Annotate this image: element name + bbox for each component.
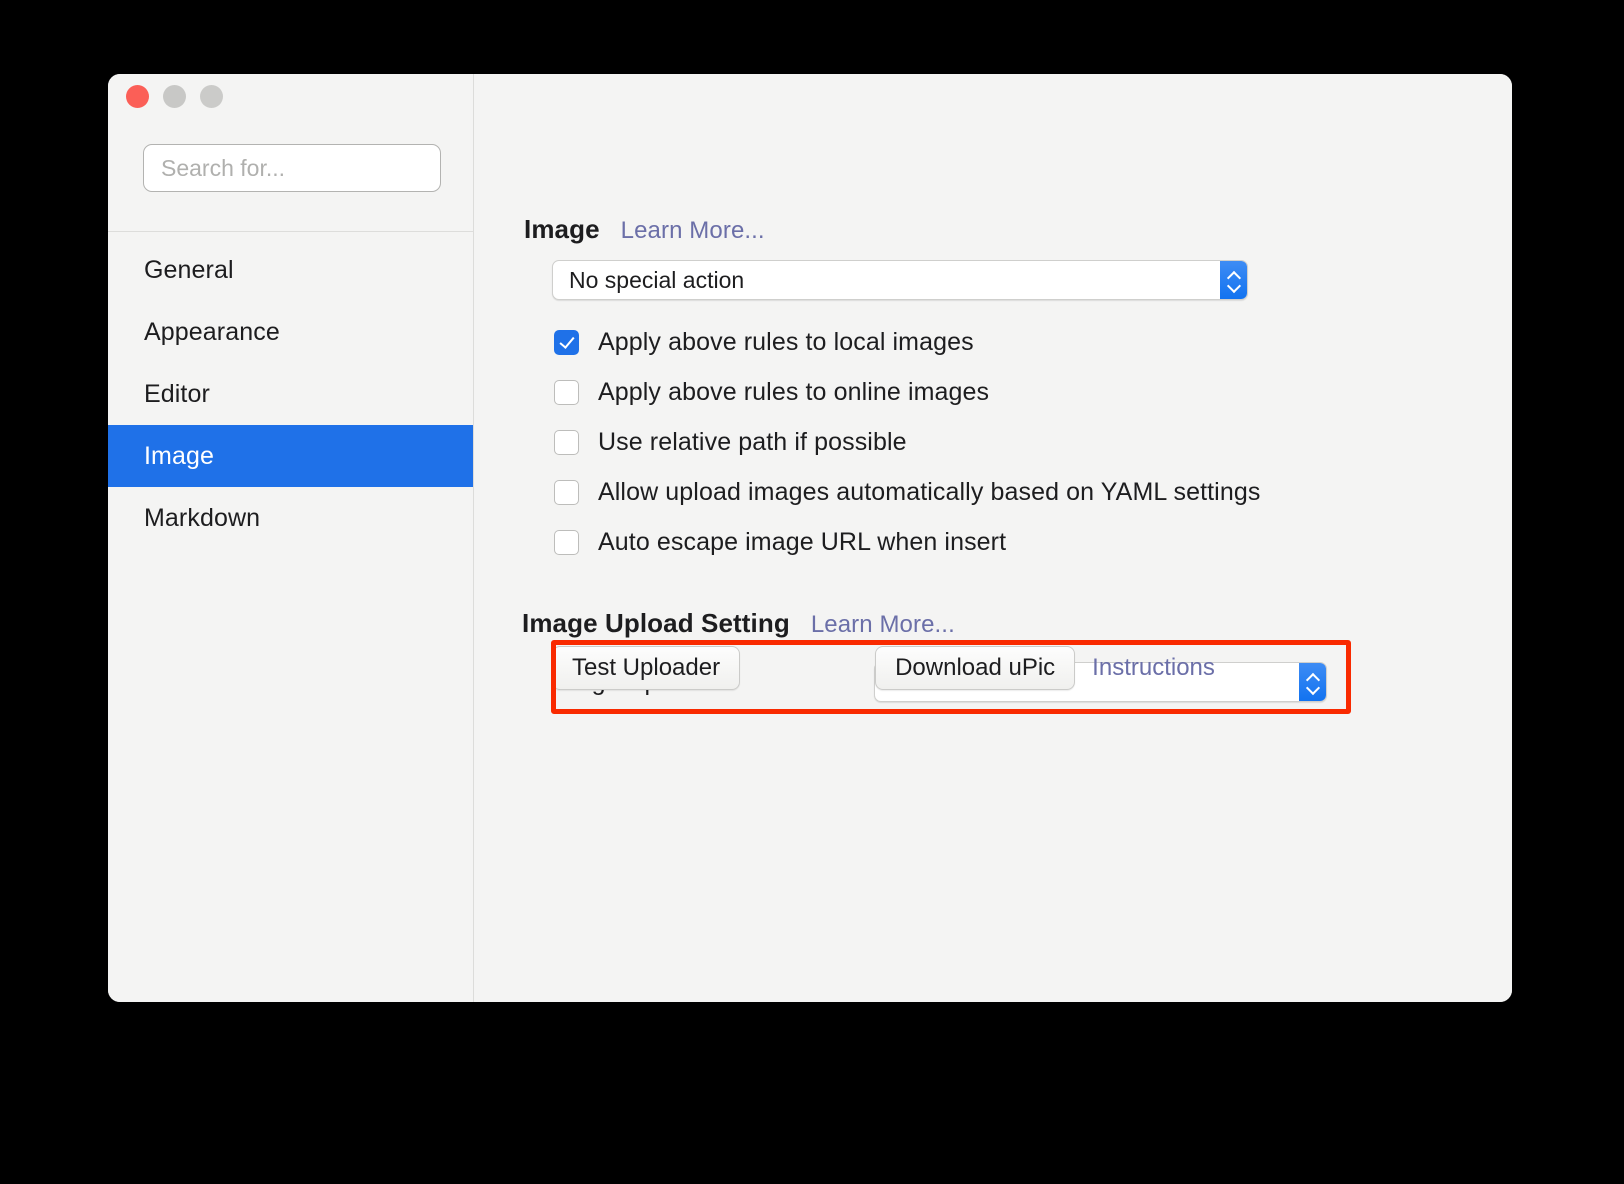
checkbox-local-images[interactable]: [554, 329, 579, 355]
download-upic-button[interactable]: Download uPic: [875, 646, 1076, 690]
upload-learn-more-link[interactable]: Learn More...: [811, 611, 955, 639]
stepper-icon[interactable]: [1299, 663, 1326, 701]
sidebar-divider: [108, 231, 473, 232]
sidebar-item-appearance[interactable]: Appearance: [108, 301, 473, 363]
sidebar-item-label: General: [144, 255, 234, 284]
test-uploader-button-label: Test Uploader: [572, 654, 721, 681]
checkbox-label: Use relative path if possible: [598, 427, 907, 456]
checkbox-label: Apply above rules to online images: [598, 377, 990, 406]
sidebar-item-markdown[interactable]: Markdown: [108, 487, 473, 549]
sidebar-item-editor[interactable]: Editor: [108, 363, 473, 425]
checkbox-row-online-images[interactable]: Apply above rules to online images: [554, 367, 1260, 417]
instructions-link[interactable]: Instructions: [1092, 654, 1215, 682]
sidebar-nav-list: General Appearance Editor Image Markdown: [108, 239, 473, 549]
stepper-icon[interactable]: [1220, 261, 1247, 299]
sidebar-item-label: Image: [144, 441, 214, 470]
sidebar: General Appearance Editor Image Markdown: [108, 74, 474, 1002]
close-window-icon[interactable]: [126, 85, 149, 108]
minimize-window-icon[interactable]: [163, 85, 186, 108]
upload-section-title: Image Upload Setting: [522, 608, 790, 638]
checkbox-relative-path[interactable]: [554, 429, 579, 455]
uploader-action-row: Test Uploader Download uPic Instructions: [552, 646, 1215, 690]
checkbox-online-images[interactable]: [554, 379, 579, 405]
image-learn-more-link[interactable]: Learn More...: [621, 217, 765, 245]
checkbox-label: Auto escape image URL when insert: [598, 527, 1007, 556]
checkbox-row-auto-escape[interactable]: Auto escape image URL when insert: [554, 517, 1260, 567]
sidebar-item-label: Editor: [144, 379, 210, 408]
checkbox-auto-escape[interactable]: [554, 529, 579, 555]
search-input[interactable]: [143, 144, 441, 192]
checkbox-label: Apply above rules to local images: [598, 327, 974, 356]
checkbox-row-yaml-upload[interactable]: Allow upload images automatically based …: [554, 467, 1260, 517]
checkbox-row-relative-path[interactable]: Use relative path if possible: [554, 417, 1260, 467]
sidebar-item-general[interactable]: General: [108, 239, 473, 301]
image-action-select[interactable]: No special action: [552, 260, 1248, 300]
chevron-down-icon: [1228, 282, 1240, 289]
image-section-header: Image Learn More...: [524, 214, 765, 245]
sidebar-item-image[interactable]: Image: [108, 425, 473, 487]
search-box: [143, 144, 441, 192]
sidebar-item-label: Markdown: [144, 503, 261, 532]
preferences-window: General Appearance Editor Image Markdown: [108, 74, 1512, 1002]
screenshot-root: General Appearance Editor Image Markdown: [0, 0, 1624, 1184]
sidebar-item-label: Appearance: [144, 317, 280, 346]
download-upic-button-label: Download uPic: [895, 654, 1056, 681]
maximize-window-icon[interactable]: [200, 85, 223, 108]
image-action-select-value: No special action: [569, 266, 745, 293]
test-uploader-button[interactable]: Test Uploader: [552, 646, 741, 690]
content-pane: Image Learn More... No special action Ap…: [474, 74, 1512, 1002]
checkbox-label: Allow upload images automatically based …: [598, 477, 1261, 506]
image-section-title: Image: [524, 214, 600, 244]
image-options-list: Apply above rules to local images Apply …: [554, 317, 1260, 567]
checkbox-row-local-images[interactable]: Apply above rules to local images: [554, 317, 1260, 367]
chevron-down-icon: [1307, 684, 1319, 691]
upload-section-header: Image Upload Setting Learn More...: [522, 608, 955, 639]
traffic-lights: [126, 85, 223, 108]
checkbox-yaml-upload[interactable]: [554, 479, 579, 505]
